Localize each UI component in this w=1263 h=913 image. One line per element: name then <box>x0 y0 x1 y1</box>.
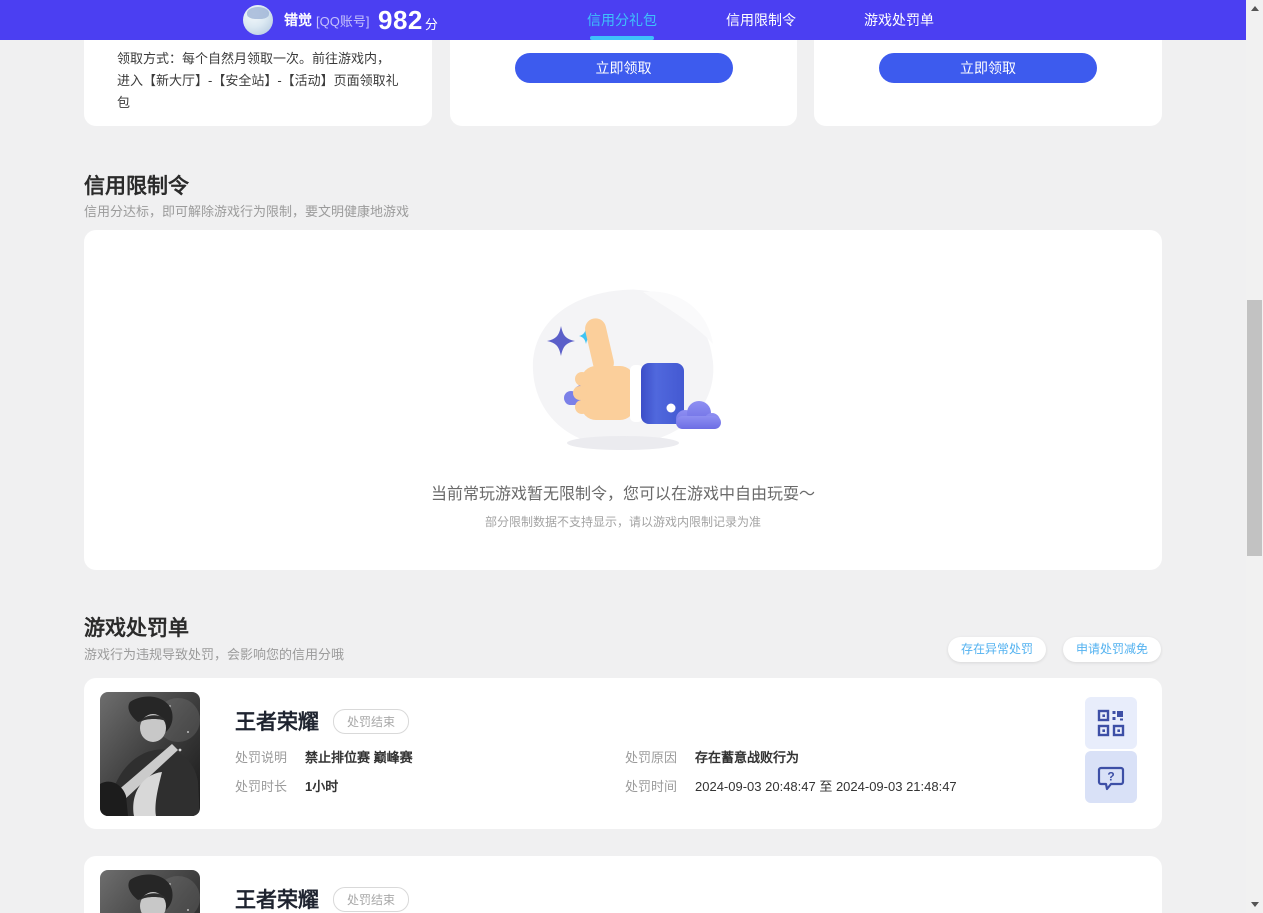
game-cover-image <box>100 692 200 816</box>
help-button[interactable]: ? <box>1085 751 1137 803</box>
penalty-duration-label: 处罚时长 <box>235 776 287 795</box>
game-cover-image <box>100 870 200 913</box>
penalty-desc-label: 处罚说明 <box>235 747 287 766</box>
penalty-status-badge: 处罚结束 <box>333 709 409 734</box>
penalty-time-label: 处罚时间 <box>625 776 677 795</box>
tab-credit-gift[interactable]: 信用分礼包 <box>587 0 657 40</box>
claim-now-button[interactable]: 立即领取 <box>515 53 733 83</box>
restriction-data-note: 部分限制数据不支持显示，请以游戏内限制记录为准 <box>84 513 1162 530</box>
no-restriction-message: 当前常玩游戏暂无限制令，您可以在游戏中自由玩耍～ <box>84 480 1162 504</box>
penalty-section-title: 游戏处罚单 <box>84 612 189 642</box>
scroll-up-arrow-icon[interactable] <box>1246 0 1263 17</box>
penalty-duration-value: 1小时 <box>305 776 338 795</box>
penalty-section-subtitle: 游戏行为违规导致处罚，会影响您的信用分哦 <box>84 644 344 663</box>
active-tab-underline <box>590 36 654 40</box>
help-bubble-icon: ? <box>1097 763 1125 791</box>
penalty-reduction-button[interactable]: 申请处罚减免 <box>1063 637 1161 662</box>
credit-score-unit: 分 <box>425 14 438 33</box>
scroll-down-arrow-icon[interactable] <box>1246 896 1263 913</box>
credit-score-value: 982 <box>378 5 423 36</box>
scrollbar-thumb[interactable] <box>1247 300 1262 556</box>
game-title: 王者荣耀 <box>235 884 319 913</box>
abnormal-penalty-button[interactable]: 存在异常处罚 <box>948 637 1046 662</box>
thumbs-up-illustration <box>523 282 723 459</box>
top-navbar: 错觉 [QQ账号] 982 分 信用分礼包 信用限制令 游戏处罚单 <box>0 0 1246 40</box>
qr-code-icon <box>1097 709 1125 737</box>
penalty-reason-label: 处罚原因 <box>625 747 677 766</box>
tab-credit-restriction[interactable]: 信用限制令 <box>726 0 796 40</box>
tab-game-penalty[interactable]: 游戏处罚单 <box>864 0 934 40</box>
svg-text:?: ? <box>1107 770 1114 784</box>
restriction-section-subtitle: 信用分达标，即可解除游戏行为限制，要文明健康地游戏 <box>84 201 409 220</box>
user-avatar[interactable] <box>243 5 273 35</box>
penalty-time-value: 2024-09-03 20:48:47 至 2024-09-03 21:48:4… <box>695 776 957 795</box>
credit-score: 982 分 <box>378 0 438 40</box>
account-type: [QQ账号] <box>316 11 369 30</box>
penalty-desc-value: 禁止排位赛 巅峰赛 <box>305 747 413 766</box>
qr-code-button[interactable] <box>1085 697 1137 749</box>
penalty-status-badge: 处罚结束 <box>333 887 409 912</box>
claim-now-button[interactable]: 立即领取 <box>879 53 1097 83</box>
penalty-card: 王者荣耀 处罚结束 处罚说明 禁止排位赛 巅峰赛 处罚时长 1小时 处罚原因 存… <box>84 678 1162 829</box>
page: 领取方式：每个自然月领取一次。前往游戏内，进入【新大厅】-【安全站】-【活动】页… <box>0 0 1263 913</box>
scrollbar[interactable] <box>1246 0 1263 913</box>
penalty-reason-value: 存在蓄意战败行为 <box>695 747 799 766</box>
restriction-empty-card: 当前常玩游戏暂无限制令，您可以在游戏中自由玩耍～ 部分限制数据不支持显示，请以游… <box>84 230 1162 570</box>
game-title: 王者荣耀 <box>235 706 319 736</box>
user-info: 错觉 [QQ账号] <box>284 0 369 40</box>
gift-claim-instructions: 领取方式：每个自然月领取一次。前往游戏内，进入【新大厅】-【安全站】-【活动】页… <box>117 48 400 114</box>
restriction-section-title: 信用限制令 <box>84 170 189 200</box>
penalty-card: 王者荣耀 处罚结束 <box>84 856 1162 913</box>
username: 错觉 <box>284 10 312 30</box>
